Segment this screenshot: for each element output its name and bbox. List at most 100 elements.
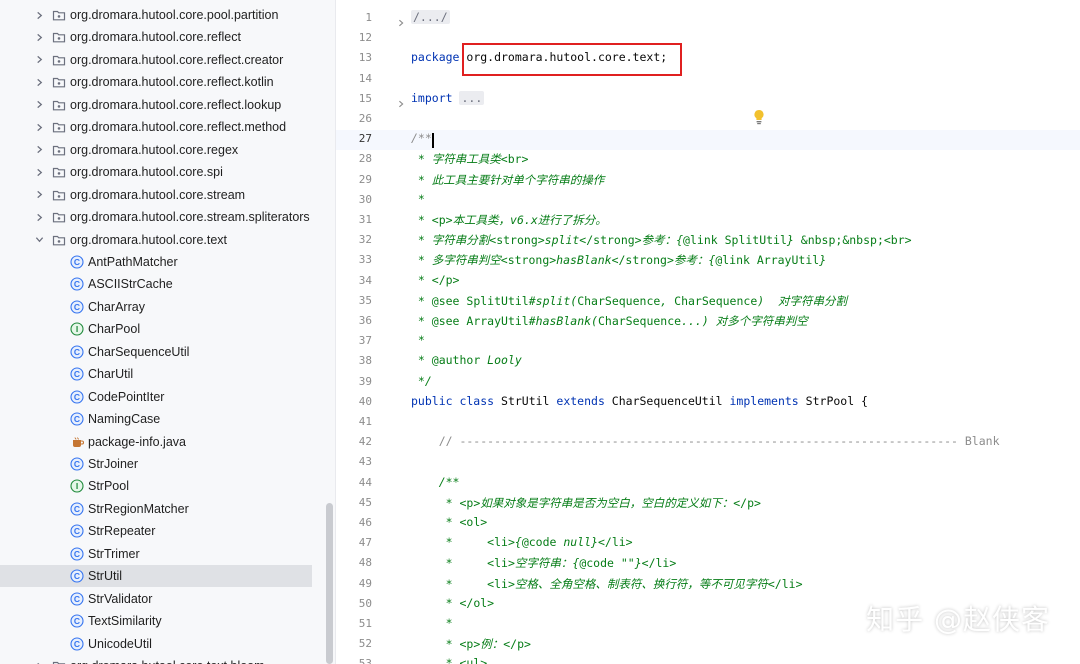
code-line[interactable]: * 此工具主要针对单个字符串的操作: [411, 172, 604, 188]
chevron-down-icon[interactable]: [32, 233, 46, 247]
code-line[interactable]: * <ol>: [411, 515, 488, 529]
tree-row-org-dromara-hutool-core-reflect-kotlin[interactable]: org.dromara.hutool.core.reflect.kotlin: [0, 71, 322, 93]
tree-row-org-dromara-hutool-core-stream[interactable]: org.dromara.hutool.core.stream: [0, 184, 322, 206]
class-icon: C: [70, 569, 84, 583]
code-line[interactable]: * <li>空格、全角空格、制表符、换行符，等不可见字符</li>: [411, 576, 803, 592]
fold-chevron-icon[interactable]: [397, 95, 405, 108]
line-number: 34: [358, 273, 372, 287]
svg-text:C: C: [74, 257, 80, 267]
tree-row-org-dromara-hutool-core-reflect-method[interactable]: org.dromara.hutool.core.reflect.method: [0, 116, 322, 138]
code-line[interactable]: * <li>空字符串：{@code ""}</li>: [411, 555, 677, 571]
tree-row-charsequenceutil[interactable]: C CharSequenceUtil: [0, 341, 322, 363]
tree-row-strrepeater[interactable]: C StrRepeater: [0, 520, 322, 542]
text-caret: [432, 133, 434, 148]
package-folder-icon: [52, 233, 66, 247]
tree-row-charpool[interactable]: I CharPool: [0, 318, 322, 340]
project-tree-panel[interactable]: org.dromara.hutool.core.pool.partition or…: [0, 0, 336, 664]
code-line[interactable]: *: [411, 192, 425, 206]
tree-row-org-dromara-hutool-core-reflect-lookup[interactable]: org.dromara.hutool.core.reflect.lookup: [0, 94, 322, 116]
code-line[interactable]: * <ul>: [411, 656, 488, 664]
code-line[interactable]: * <p>本工具类，v6.x进行了拆分。: [411, 212, 607, 228]
svg-text:C: C: [74, 616, 80, 626]
svg-text:I: I: [76, 324, 78, 334]
chevron-right-icon[interactable]: [32, 75, 46, 89]
line-number: 52: [358, 637, 372, 651]
tree-row-strtrimer[interactable]: C StrTrimer: [0, 543, 322, 565]
tree-row-strvalidator[interactable]: C StrValidator: [0, 588, 322, 610]
package-folder-icon: [52, 210, 66, 224]
line-number: 43: [358, 455, 372, 469]
chevron-right-icon[interactable]: [32, 188, 46, 202]
line-number: 1: [365, 11, 372, 24]
tree-row-strregionmatcher[interactable]: C StrRegionMatcher: [0, 498, 322, 520]
tree-row-charutil[interactable]: C CharUtil: [0, 363, 322, 385]
code-line[interactable]: */: [411, 374, 432, 388]
tree-row-strjoiner[interactable]: C StrJoiner: [0, 453, 322, 475]
tree-row-org-dromara-hutool-core-text[interactable]: org.dromara.hutool.core.text: [0, 229, 322, 251]
code-editor[interactable]: 1 12 13 14 15 26 27 28 29 30 31 32 33 34 35 36 37 38 39 40 4…: [336, 0, 1080, 664]
tree-row-org-dromara-hutool-core-pool-partition[interactable]: org.dromara.hutool.core.pool.partition: [0, 4, 322, 26]
code-line[interactable]: * 字符串分割<strong>split</strong>参考：{@link S…: [411, 232, 912, 248]
tree-row-label: StrTrimer: [88, 546, 140, 561]
tree-row-label: UnicodeUtil: [88, 636, 152, 651]
tree-row-org-dromara-hutool-core-stream-spliterators[interactable]: org.dromara.hutool.core.stream.spliterat…: [0, 206, 322, 228]
chevron-right-icon[interactable]: [32, 8, 46, 22]
chevron-right-icon[interactable]: [32, 143, 46, 157]
code-line[interactable]: * </p>: [411, 273, 460, 287]
tree-row-org-dromara-hutool-core-spi[interactable]: org.dromara.hutool.core.spi: [0, 161, 322, 183]
line-number: 28: [358, 152, 372, 166]
code-line[interactable]: import ...: [411, 90, 485, 105]
tree-row-codepointiter[interactable]: C CodePointIter: [0, 386, 322, 408]
chevron-right-icon[interactable]: [32, 53, 46, 67]
tree-row-org-dromara-hutool-core-text-bloom[interactable]: org.dromara.hutool.core.text.bloom: [0, 655, 322, 664]
line-number: 14: [358, 71, 372, 85]
chevron-right-icon[interactable]: [32, 30, 46, 44]
tree-row-asciistrcache[interactable]: C ASCIIStrCache: [0, 273, 322, 295]
chevron-right-icon[interactable]: [32, 120, 46, 134]
chevron-right-icon[interactable]: [32, 659, 46, 664]
code-line[interactable]: * <p>如果对象是字符串是否为空白，空白的定义如下：</p>: [411, 495, 761, 511]
tree-row-label: org.dromara.hutool.core.reflect.lookup: [70, 97, 282, 112]
code-line[interactable]: * 字符串工具类<br>: [411, 151, 529, 167]
code-line[interactable]: public class StrUtil extends CharSequenc…: [411, 394, 868, 408]
tree-row-org-dromara-hutool-core-reflect[interactable]: org.dromara.hutool.core.reflect: [0, 26, 322, 48]
line-number: 42: [358, 435, 372, 449]
line-number: 36: [358, 314, 372, 327]
code-line[interactable]: /**: [411, 131, 432, 145]
code-line[interactable]: * <p>例：</p>: [411, 636, 531, 652]
tree-row-antpathmatcher[interactable]: C AntPathMatcher: [0, 251, 322, 273]
tree-row-label: TextSimilarity: [88, 614, 162, 629]
tree-row-label: ASCIIStrCache: [88, 277, 173, 292]
code-line[interactable]: /**: [411, 475, 460, 489]
tree-row-strutil[interactable]: C StrUtil: [0, 565, 312, 588]
tree-row-label: NamingCase: [88, 412, 161, 427]
chevron-right-icon[interactable]: [32, 165, 46, 179]
tree-row-chararray[interactable]: C CharArray: [0, 296, 322, 318]
code-line[interactable]: // -------------------------------------…: [411, 434, 1000, 448]
chevron-right-icon[interactable]: [32, 210, 46, 224]
package-folder-icon: [52, 8, 66, 22]
tree-row-org-dromara-hutool-core-regex[interactable]: org.dromara.hutool.core.regex: [0, 139, 322, 161]
tree-row-unicodeutil[interactable]: C UnicodeUtil: [0, 633, 322, 655]
tree-scrollbar-thumb[interactable]: [326, 503, 333, 664]
fold-chevron-icon[interactable]: [397, 14, 405, 27]
chevron-right-icon[interactable]: [32, 98, 46, 112]
code-line[interactable]: /.../: [411, 10, 450, 24]
code-line[interactable]: * <li>{@code null}</li>: [411, 535, 633, 549]
tree-row-namingcase[interactable]: C NamingCase: [0, 408, 322, 430]
tree-row-org-dromara-hutool-core-reflect-creator[interactable]: org.dromara.hutool.core.reflect.creator: [0, 49, 322, 71]
code-line[interactable]: * @see ArrayUtil#hasBlank(CharSequence..…: [411, 313, 808, 329]
tree-row-label: package-info.java: [88, 434, 186, 449]
lightbulb-intention-icon[interactable]: [753, 109, 765, 125]
tree-row-package-info-java[interactable]: package-info.java: [0, 431, 322, 453]
code-line[interactable]: * @author Looly: [411, 353, 522, 367]
tree-row-strpool[interactable]: I StrPool: [0, 475, 322, 497]
code-line[interactable]: *: [411, 616, 453, 630]
tree-row-textsimilarity[interactable]: C TextSimilarity: [0, 610, 322, 632]
code-line[interactable]: * @see SplitUtil#split(CharSequence, Cha…: [411, 293, 847, 309]
code-line[interactable]: * 多字符串判空<strong>hasBlank</strong>参考：{@li…: [411, 252, 826, 268]
line-number: 40: [358, 394, 372, 408]
code-line[interactable]: *: [411, 333, 425, 347]
code-line[interactable]: * </ol>: [411, 596, 494, 610]
class-icon: C: [70, 255, 84, 269]
